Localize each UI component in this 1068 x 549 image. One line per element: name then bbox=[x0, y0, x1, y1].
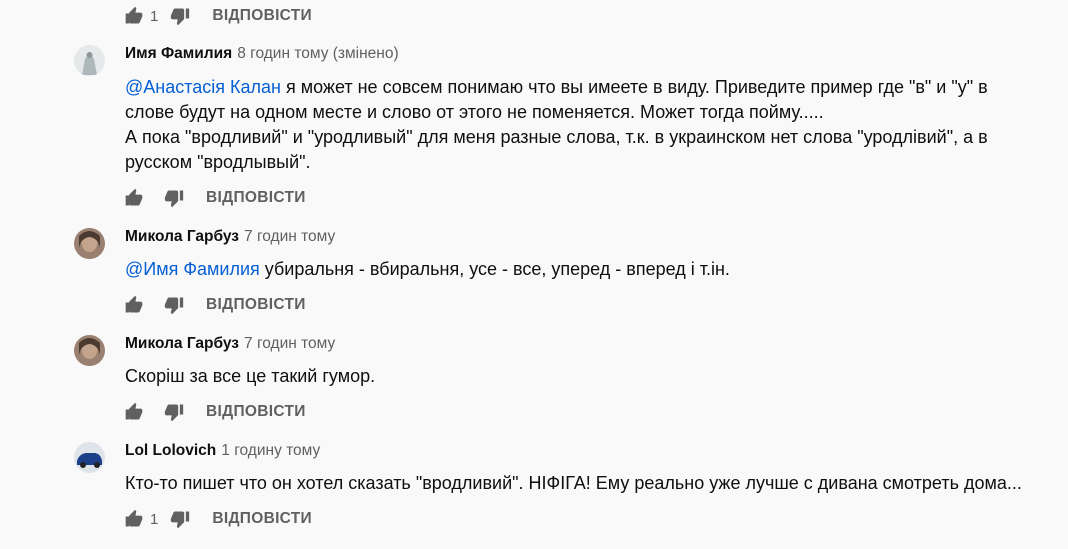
thumbs-down-icon[interactable] bbox=[164, 402, 184, 422]
comment-action-bar: ВІДПОВІСТИ bbox=[124, 400, 306, 424]
mention-link[interactable]: @Анастасія Калан bbox=[125, 77, 281, 97]
thumbs-down-icon[interactable] bbox=[170, 6, 190, 26]
avatar[interactable] bbox=[74, 335, 105, 366]
avatar[interactable] bbox=[74, 45, 105, 76]
comment-text: Кто-то пишет что он хотел сказать "вродл… bbox=[125, 471, 1025, 496]
reply-button[interactable]: ВІДПОВІСТИ bbox=[206, 399, 306, 425]
comment-line: слове будут на одном месте и слово от эт… bbox=[125, 102, 824, 122]
reply-button[interactable]: ВІДПОВІСТИ bbox=[206, 185, 306, 211]
comment-header: Микола Гарбуз 7 годин тому bbox=[125, 228, 335, 246]
comment-action-bar: ВІДПОВІСТИ bbox=[124, 293, 306, 317]
timestamp[interactable]: 1 годину тому bbox=[221, 442, 320, 459]
comment-header: Микола Гарбуз 7 годин тому bbox=[125, 335, 335, 353]
author-name[interactable]: Lol Lolovich bbox=[125, 442, 216, 459]
like-count: 1 bbox=[150, 7, 159, 25]
reply-button[interactable]: ВІДПОВІСТИ bbox=[212, 506, 312, 532]
thumbs-up-icon[interactable] bbox=[124, 509, 144, 529]
like-count: 1 bbox=[150, 510, 159, 528]
top-action-bar: 1 ВІДПОВІСТИ bbox=[124, 4, 312, 28]
timestamp[interactable]: 7 годин тому bbox=[244, 335, 335, 352]
avatar[interactable] bbox=[74, 442, 105, 473]
comment-action-bar: ВІДПОВІСТИ bbox=[124, 186, 306, 210]
thumbs-down-icon[interactable] bbox=[170, 509, 190, 529]
author-name[interactable]: Микола Гарбуз bbox=[125, 335, 239, 352]
thumbs-up-icon[interactable] bbox=[124, 6, 144, 26]
thumbs-down-icon[interactable] bbox=[164, 295, 184, 315]
reply-button[interactable]: ВІДПОВІСТИ bbox=[206, 292, 306, 318]
comment-text: @Имя Фамилия убиральня - вбиральня, усе … bbox=[125, 257, 1025, 282]
thumbs-up-icon[interactable] bbox=[124, 188, 144, 208]
comment-text-part: убиральня - вбиральня, усе - все, уперед… bbox=[259, 259, 730, 279]
comment-text: @Анастасія Калан я может не совсем поним… bbox=[125, 75, 1025, 175]
comment-line: Скоріш за все це такий гумор. bbox=[125, 366, 376, 386]
author-name[interactable]: Имя Фамилия bbox=[125, 45, 232, 62]
comment-line: русском "вродлывый". bbox=[125, 152, 311, 172]
thumbs-up-icon[interactable] bbox=[124, 402, 144, 422]
reply-button[interactable]: ВІДПОВІСТИ bbox=[212, 3, 312, 29]
comment-line: @Имя Фамилия убиральня - вбиральня, усе … bbox=[125, 257, 1025, 282]
avatar[interactable] bbox=[74, 228, 105, 259]
comment-line: А пока "вродливий" и "уродливый" для мен… bbox=[125, 127, 988, 147]
comment-header: Имя Фамилия 8 годин тому (змінено) bbox=[125, 45, 399, 63]
mention-link[interactable]: @Имя Фамилия bbox=[125, 259, 260, 279]
thumbs-up-icon[interactable] bbox=[124, 295, 144, 315]
author-name[interactable]: Микола Гарбуз bbox=[125, 228, 239, 245]
comment-line: Кто-то пишет что он хотел сказать "вродл… bbox=[125, 473, 1022, 493]
comment-header: Lol Lolovich 1 годину тому bbox=[125, 442, 320, 460]
comment-line: @Анастасія Калан я может не совсем поним… bbox=[125, 75, 1025, 100]
comment-action-bar: 1 ВІДПОВІСТИ bbox=[124, 507, 312, 531]
thumbs-down-icon[interactable] bbox=[164, 188, 184, 208]
timestamp[interactable]: 8 годин тому (змінено) bbox=[237, 45, 398, 62]
comment-text: Скоріш за все це такий гумор. bbox=[125, 364, 1025, 389]
timestamp[interactable]: 7 годин тому bbox=[244, 228, 335, 245]
comment-text-part: я может не совсем понимаю что вы имеете … bbox=[280, 77, 988, 97]
